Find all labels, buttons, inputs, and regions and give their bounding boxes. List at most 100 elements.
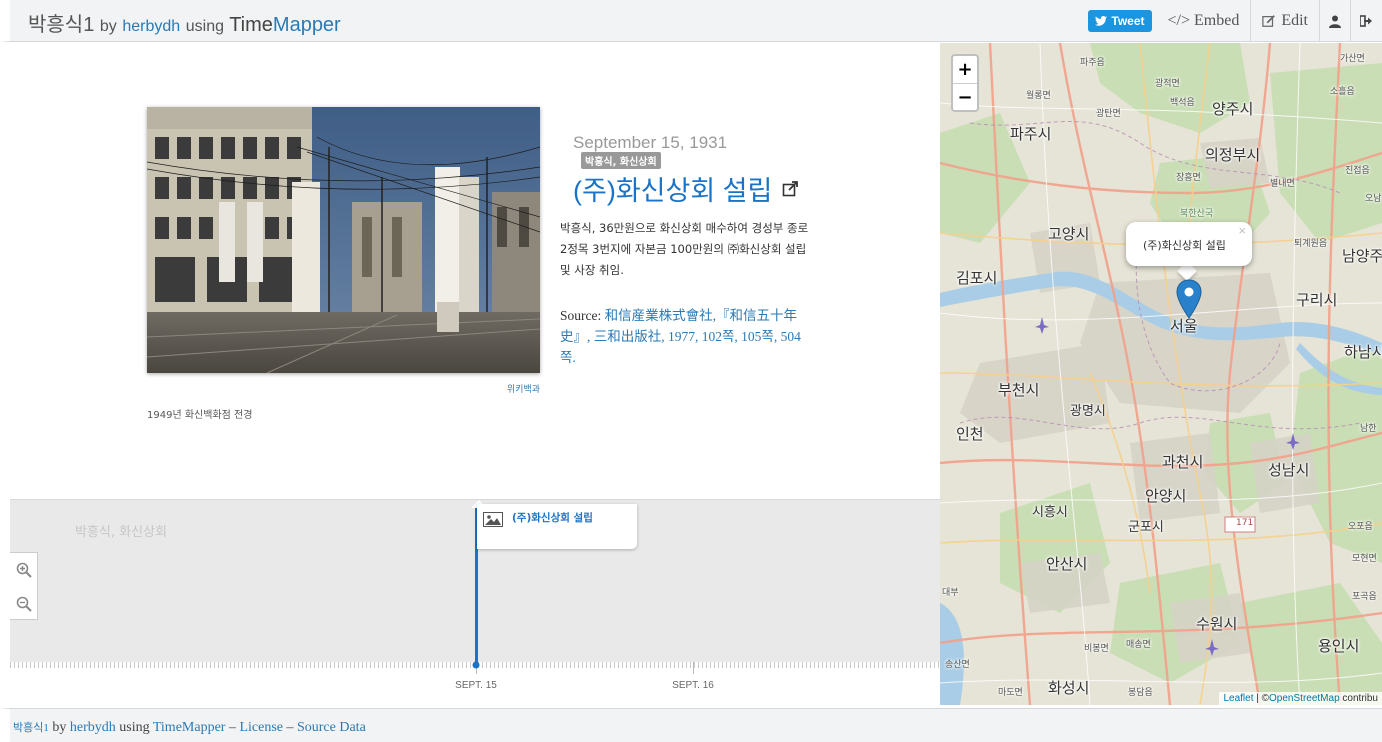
map-label-bongdam: 봉담읍 <box>1128 688 1153 698</box>
timeline-event-title: (주)화신상회 설립 <box>512 512 593 524</box>
timeline-marker-dot <box>472 661 480 669</box>
logout-button[interactable] <box>1350 0 1382 42</box>
edit-icon <box>1262 15 1276 27</box>
map-zoom-out-button[interactable]: − <box>953 83 977 110</box>
map-popup: (주)화신상회 설립 × <box>1126 222 1252 266</box>
map-label-ojeon: 오포읍 <box>1348 522 1373 532</box>
footer: 박흥식1 by herbydh using TimeMapper – Licen… <box>0 708 1382 742</box>
map-label-bukhansan: 북한산국 <box>1180 209 1214 219</box>
map-popup-text: (주)화신상회 설립 <box>1143 239 1226 252</box>
map-label-toegyewon: 퇴계원읍 <box>1294 239 1328 249</box>
map-view[interactable]: 171 서울 고양시 김포시 부천시 인천 광명시 의정부시 양주시 파주시 구… <box>940 43 1382 705</box>
timeline-nav[interactable]: 박흥식, 화신상회 (주)화신상회 설립 SEPT. 15 SEPT. 16 <box>10 499 940 708</box>
headline-text[interactable]: (주)화신상회 설립 <box>573 169 772 208</box>
author-link[interactable]: herbydh <box>122 18 180 35</box>
map-label-siheung: 시흥시 <box>1032 505 1068 520</box>
map-label-byeollae: 별내면 <box>1270 179 1295 189</box>
footer-text: 박흥식1 by herbydh using TimeMapper – Licen… <box>13 719 366 736</box>
edit-label: Edit <box>1281 12 1308 29</box>
by-text: by <box>99 18 117 35</box>
map-label-madoe: 마도면 <box>998 688 1023 698</box>
app-logo-link[interactable]: TimeMapper <box>229 14 341 36</box>
map-label-songsan: 송산면 <box>945 660 970 670</box>
map-label-baekseok: 백석읍 <box>1170 98 1195 108</box>
map-attribution: Leaflet | ©OpenStreetMap contribu <box>1219 692 1382 705</box>
map-label-bibong: 비봉면 <box>1084 644 1109 654</box>
map-label-gasan: 가산면 <box>1340 54 1365 64</box>
media-caption: 1949년 화신백화점 전경 <box>147 410 253 421</box>
timeline-tick-label: SEPT. 15 <box>455 680 497 691</box>
tweet-button[interactable]: Tweet <box>1088 10 1152 32</box>
user-icon <box>1329 15 1341 28</box>
footer-license-link[interactable]: License <box>239 720 283 735</box>
footer-separator: – <box>286 720 294 735</box>
map-label-gwangmyeong: 광명시 <box>1070 404 1106 419</box>
event-photo[interactable] <box>147 107 540 373</box>
source-prefix: Source: <box>560 308 602 323</box>
attribution-separator: | © <box>1253 693 1270 704</box>
timeline-tick-label: SEPT. 16 <box>672 680 714 691</box>
map-label-goyang: 고양시 <box>1048 225 1090 243</box>
timeline-event-flag[interactable]: (주)화신상회 설립 <box>477 504 637 549</box>
timeline-zoom-out-button[interactable] <box>10 587 37 621</box>
edit-button[interactable]: Edit <box>1250 0 1319 42</box>
tweet-label: Tweet <box>1111 14 1145 28</box>
zoom-in-icon <box>16 562 32 578</box>
map-label-hanam: 하남시 <box>1344 343 1382 361</box>
user-button[interactable] <box>1319 0 1350 42</box>
map-label-mohyeon: 모현면 <box>1352 554 1377 564</box>
footer-source-data-link[interactable]: Source Data <box>297 720 366 735</box>
map-label-yongin: 용인시 <box>1318 637 1360 655</box>
map-label-gwangtan: 광탄면 <box>1096 109 1121 119</box>
footer-by: by <box>52 720 67 735</box>
timeline-zoom-controls <box>10 552 38 620</box>
map-label-soheul: 소흘읍 <box>1330 87 1355 97</box>
using-text: using <box>185 18 224 35</box>
map-label-paju-eup: 파주읍 <box>1080 58 1105 68</box>
map-popup-close-button[interactable]: × <box>1238 223 1246 238</box>
footer-separator: – <box>228 720 236 735</box>
map-label-anyang: 안양시 <box>1145 487 1187 505</box>
map-label-namyangju: 남양주 <box>1342 247 1382 265</box>
story-title[interactable]: 박흥식1 <box>28 14 94 36</box>
map-zoom-in-button[interactable]: + <box>953 56 977 83</box>
embed-button[interactable]: </> Embed <box>1164 0 1251 42</box>
sign-out-icon <box>1360 15 1372 27</box>
department-store-photo <box>147 107 540 373</box>
twitter-bird-icon <box>1095 16 1108 26</box>
map-label-yangju: 양주시 <box>1212 100 1254 118</box>
event-headline[interactable]: (주)화신상회 설립 <box>573 169 799 208</box>
map-label-gunpo: 군포시 <box>1128 520 1164 535</box>
brand-title: 박흥식1 by herbydh using TimeMapper <box>28 8 341 37</box>
map-label-maesong: 매송면 <box>1126 640 1151 650</box>
map-label-pogok: 포곡읍 <box>1352 592 1377 602</box>
top-bar: 박흥식1 by herbydh using TimeMapper Tweet <… <box>0 0 1382 42</box>
map-label-bucheon: 부천시 <box>998 381 1040 399</box>
toolbar: Tweet </> Embed Edit <box>1088 0 1382 42</box>
attribution-tail: contribu <box>1339 693 1378 704</box>
road-number-label: 171 <box>1236 518 1254 528</box>
event-description: 박흥식, 36만원으로 화신상회 매수하여 경성부 종로 2정목 3번지에 자본… <box>560 221 809 277</box>
footer-story-title[interactable]: 박흥식1 <box>13 722 49 734</box>
map-label-gwangjeok: 광적면 <box>1155 79 1180 89</box>
story-slide: 위키백과 1949년 화신백화점 전경 September 15, 1931 박… <box>10 43 940 499</box>
zoom-out-icon <box>16 596 32 612</box>
map-label-gwacheon: 과천시 <box>1162 453 1204 471</box>
footer-app-link[interactable]: TimeMapper <box>153 720 226 735</box>
footer-author-link[interactable]: herbydh <box>70 720 116 735</box>
timeline-major-tick <box>693 662 694 674</box>
footer-using: using <box>119 720 150 735</box>
map-label-ojeong: 오남 <box>1365 194 1382 204</box>
map-label-namhan: 남한 <box>1360 424 1377 434</box>
map-label-wollong: 월롱면 <box>1026 91 1051 101</box>
osm-link[interactable]: OpenStreetMap <box>1269 693 1340 704</box>
map-marker-pin-icon[interactable] <box>1176 279 1202 319</box>
map-label-gimpo: 김포시 <box>956 269 998 287</box>
map-label-hwaseong: 화성시 <box>1048 679 1090 697</box>
map-label-jangheung: 장흥면 <box>1176 173 1201 183</box>
map-label-incheon: 인천 <box>956 425 984 443</box>
leaflet-link[interactable]: Leaflet <box>1223 693 1253 704</box>
timeline-zoom-in-button[interactable] <box>10 553 37 587</box>
map-label-ansan: 안산시 <box>1046 555 1088 573</box>
external-link-icon[interactable] <box>782 180 799 197</box>
